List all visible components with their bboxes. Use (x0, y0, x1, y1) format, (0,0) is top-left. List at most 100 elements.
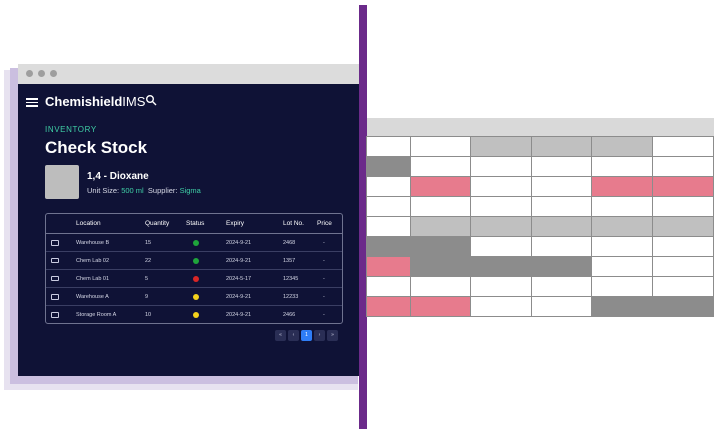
table-row[interactable]: Storage Room A 10 2024-9-21 2466 - (46, 306, 342, 323)
grid-cell[interactable] (591, 196, 653, 217)
cell-price: - (323, 312, 325, 318)
grid-cell[interactable] (410, 196, 471, 217)
grid-cell[interactable] (366, 196, 411, 217)
grid-cell[interactable] (652, 296, 714, 317)
cell-location: Chem Lab 01 (76, 276, 110, 282)
location-icon (51, 240, 59, 246)
grid-cell[interactable] (366, 156, 411, 177)
window-dot-icon[interactable] (50, 70, 57, 77)
table-row[interactable]: Warehouse A 9 2024-9-21 12233 - (46, 288, 342, 306)
location-icon (51, 258, 59, 263)
grid-cell[interactable] (531, 136, 592, 157)
grid-cell[interactable] (591, 256, 653, 277)
grid-header-bar (367, 118, 714, 137)
cell-expiry: 2024-9-21 (226, 258, 252, 264)
grid-cell[interactable] (531, 216, 592, 237)
grid-cell[interactable] (410, 136, 471, 157)
grid-cell[interactable] (652, 196, 714, 217)
cell-location: Storage Room A (76, 312, 117, 318)
grid-cell[interactable] (591, 176, 653, 197)
grid-cell[interactable] (591, 136, 653, 157)
first-page-button[interactable]: « (275, 330, 286, 341)
grid-cell[interactable] (366, 276, 411, 297)
app-logo[interactable]: ChemishieldIMS (45, 94, 145, 109)
grid-cell[interactable] (652, 276, 714, 297)
grid-cell[interactable] (652, 256, 714, 277)
table-row[interactable]: Chem Lab 01 5 2024-5-17 12345 - (46, 270, 342, 288)
column-header-price[interactable]: Price (317, 220, 332, 227)
unit-size-label: Unit Size: (87, 186, 120, 195)
table-row[interactable]: Chem Lab 02 22 2024-9-21 1357 - (46, 252, 342, 270)
stage: ChemishieldIMS INVENTORY Check Stock 1,4… (0, 0, 714, 429)
app-panel: ChemishieldIMS INVENTORY Check Stock 1,4… (18, 84, 360, 376)
grid-cell[interactable] (531, 156, 592, 177)
grid-cell[interactable] (470, 276, 532, 297)
grid-cell[interactable] (366, 136, 411, 157)
grid-cell[interactable] (366, 296, 411, 317)
grid-cell[interactable] (366, 216, 411, 237)
grid-cell[interactable] (591, 156, 653, 177)
window-dot-icon[interactable] (38, 70, 45, 77)
grid-cell[interactable] (531, 276, 592, 297)
next-page-button[interactable]: › (314, 330, 325, 341)
status-dot (193, 240, 199, 246)
grid-cell[interactable] (410, 216, 471, 237)
column-header-quantity[interactable]: Quantity (145, 220, 169, 227)
grid-cell[interactable] (470, 176, 532, 197)
status-dot (193, 276, 199, 282)
grid-cell[interactable] (531, 196, 592, 217)
grid-cell[interactable] (470, 156, 532, 177)
grid-cell[interactable] (410, 296, 471, 317)
grid-cell[interactable] (470, 256, 532, 277)
grid-cell[interactable] (410, 156, 471, 177)
column-header-expiry[interactable]: Expiry (226, 220, 244, 227)
table-header: Location Quantity Status Expiry Lot No. … (46, 214, 342, 234)
column-header-lot[interactable]: Lot No. (283, 220, 304, 227)
cell-location: Warehouse A (76, 294, 109, 300)
column-header-status[interactable]: Status (186, 220, 204, 227)
grid-cell[interactable] (531, 236, 592, 257)
grid-cell[interactable] (652, 176, 714, 197)
grid-cell[interactable] (531, 296, 592, 317)
cell-expiry: 2024-9-21 (226, 312, 252, 318)
cell-expiry: 2024-5-17 (226, 276, 252, 282)
window-dot-icon[interactable] (26, 70, 33, 77)
grid-cell[interactable] (470, 136, 532, 157)
cell-price: - (323, 240, 325, 246)
grid-cell[interactable] (470, 196, 532, 217)
location-icon (51, 294, 59, 300)
grid-cell[interactable] (591, 236, 653, 257)
grid-cell[interactable] (410, 256, 471, 277)
grid-cell[interactable] (366, 256, 411, 277)
status-dot (193, 294, 199, 300)
unit-size-value: 500 ml (121, 186, 144, 195)
grid-cell[interactable] (591, 296, 653, 317)
hamburger-menu-icon[interactable] (26, 98, 38, 107)
grid-cell[interactable] (470, 216, 532, 237)
grid-cell[interactable] (470, 236, 532, 257)
grid-cell[interactable] (591, 276, 653, 297)
prev-page-button[interactable]: ‹ (288, 330, 299, 341)
grid-cell[interactable] (410, 276, 471, 297)
cell-quantity: 10 (145, 312, 152, 318)
grid-cell[interactable] (652, 216, 714, 237)
grid-cell[interactable] (531, 176, 592, 197)
product-meta: Unit Size: 500 ml Supplier: Sigma (87, 186, 201, 195)
grid-cell[interactable] (366, 176, 411, 197)
last-page-button[interactable]: » (327, 330, 338, 341)
grid-cell[interactable] (591, 216, 653, 237)
page-1-button[interactable]: 1 (301, 330, 312, 341)
grid-cell[interactable] (652, 156, 714, 177)
grid-cell[interactable] (652, 236, 714, 257)
grid-cell[interactable] (366, 236, 411, 257)
grid-cell[interactable] (470, 296, 532, 317)
column-header-location[interactable]: Location (76, 220, 101, 227)
grid-cell[interactable] (410, 236, 471, 257)
cell-location: Chem Lab 02 (76, 258, 110, 264)
grid-cell[interactable] (410, 176, 471, 197)
cell-quantity: 9 (145, 294, 149, 300)
grid-cell[interactable] (652, 136, 714, 157)
stock-table: Location Quantity Status Expiry Lot No. … (45, 213, 343, 324)
table-row[interactable]: Warehouse B 15 2024-9-21 2468 - (46, 234, 342, 252)
grid-cell[interactable] (531, 256, 592, 277)
